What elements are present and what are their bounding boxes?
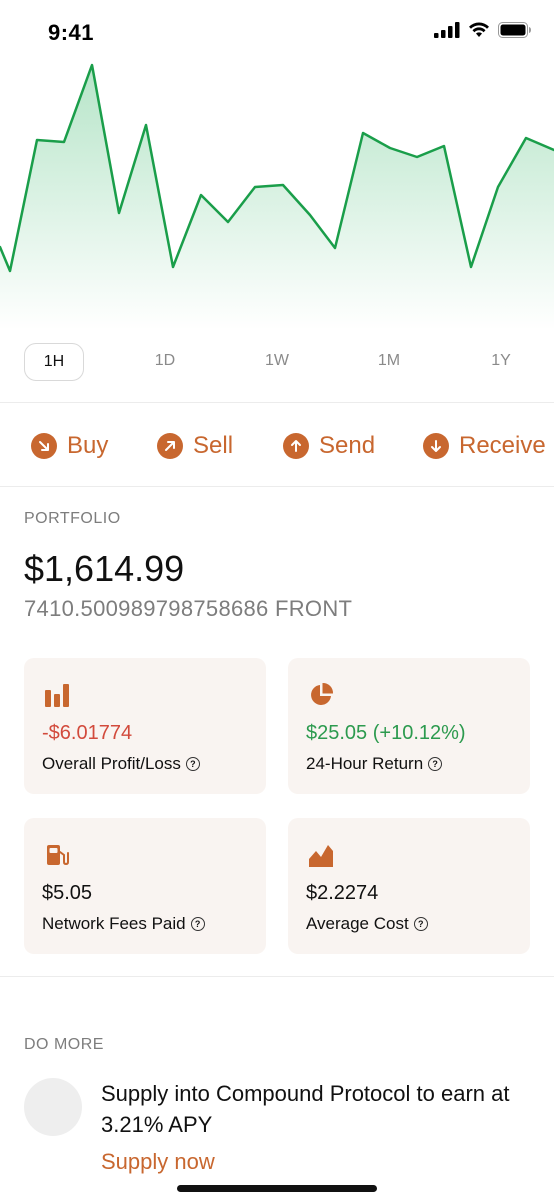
wifi-icon: [469, 22, 489, 37]
profit-loss-label-row: Overall Profit/Loss ?: [42, 754, 200, 774]
return-24h-value: $25.05 (+10.12%): [306, 722, 466, 744]
sell-label: Sell: [193, 432, 234, 459]
tab-1m[interactable]: 1M: [360, 343, 418, 379]
status-time: 9:41: [48, 20, 95, 45]
sell-button[interactable]: Sell: [157, 424, 233, 468]
tab-1w[interactable]: 1W: [248, 343, 306, 379]
send-label: Send: [319, 432, 376, 459]
time-range-tabs: 1H 1D 1W 1M 1Y: [0, 343, 554, 381]
network-fees-card[interactable]: $5.05 Network Fees Paid ?: [24, 818, 266, 954]
average-cost-card[interactable]: $2.2274 Average Cost ?: [288, 818, 530, 954]
network-fees-value: $5.05: [42, 882, 93, 904]
bar-chart-icon: [45, 684, 69, 707]
profit-loss-card[interactable]: -$6.01774 Overall Profit/Loss ?: [24, 658, 266, 794]
help-icon[interactable]: ?: [190, 917, 205, 931]
network-fees-label-row: Network Fees Paid ?: [42, 914, 205, 934]
tab-1y[interactable]: 1Y: [472, 343, 530, 379]
status-icons: [434, 22, 532, 38]
price-chart-area: [0, 65, 554, 330]
help-icon[interactable]: ?: [428, 757, 443, 771]
promo-avatar: [24, 1078, 82, 1136]
buy-button[interactable]: Buy: [31, 424, 108, 468]
profit-loss-label: Overall Profit/Loss: [42, 754, 181, 773]
supply-now-link[interactable]: Supply now: [101, 1149, 215, 1175]
receive-label: Receive: [459, 432, 546, 459]
arrow-up-icon: [283, 433, 309, 459]
divider: [0, 402, 554, 403]
home-indicator: [177, 1185, 377, 1192]
average-cost-label: Average Cost: [306, 914, 409, 933]
return-24h-label-row: 24-Hour Return ?: [306, 754, 443, 774]
status-bar: 9:41: [0, 0, 554, 64]
help-icon[interactable]: ?: [413, 917, 428, 931]
return-24h-label: 24-Hour Return: [306, 754, 424, 773]
battery-icon: [498, 22, 531, 38]
action-row: Buy Sell Send Receive: [0, 424, 554, 468]
cellular-signal-icon: [434, 22, 460, 38]
fuel-pump-icon: [47, 845, 69, 866]
arrow-up-right-icon: [157, 433, 183, 459]
average-cost-label-row: Average Cost ?: [306, 914, 428, 934]
buy-label: Buy: [67, 432, 109, 459]
arrow-down-icon: [423, 433, 449, 459]
token-amount: 7410.500989798758686 FRONT: [24, 596, 353, 621]
portfolio-section-label: PORTFOLIO: [24, 510, 121, 527]
return-24h-card[interactable]: $25.05 (+10.12%) 24-Hour Return ?: [288, 658, 530, 794]
price-chart[interactable]: [0, 60, 554, 330]
average-cost-value: $2.2274: [306, 882, 379, 904]
help-icon[interactable]: ?: [185, 757, 200, 771]
do-more-section-label: DO MORE: [24, 1036, 104, 1053]
portfolio-balance: $1,614.99: [24, 548, 185, 589]
promo-text: Supply into Compound Protocol to earn at…: [101, 1081, 510, 1137]
network-fees-label: Network Fees Paid: [42, 914, 186, 933]
send-button[interactable]: Send: [283, 424, 375, 468]
arrow-down-right-icon: [31, 433, 57, 459]
divider: [0, 976, 554, 977]
tab-1d[interactable]: 1D: [136, 343, 194, 379]
receive-button[interactable]: Receive: [423, 424, 546, 468]
pie-chart-icon: [311, 682, 334, 705]
area-chart-icon: [309, 845, 333, 867]
profit-loss-value: -$6.01774: [42, 722, 133, 744]
divider: [0, 486, 554, 487]
tab-1h[interactable]: 1H: [24, 343, 84, 381]
